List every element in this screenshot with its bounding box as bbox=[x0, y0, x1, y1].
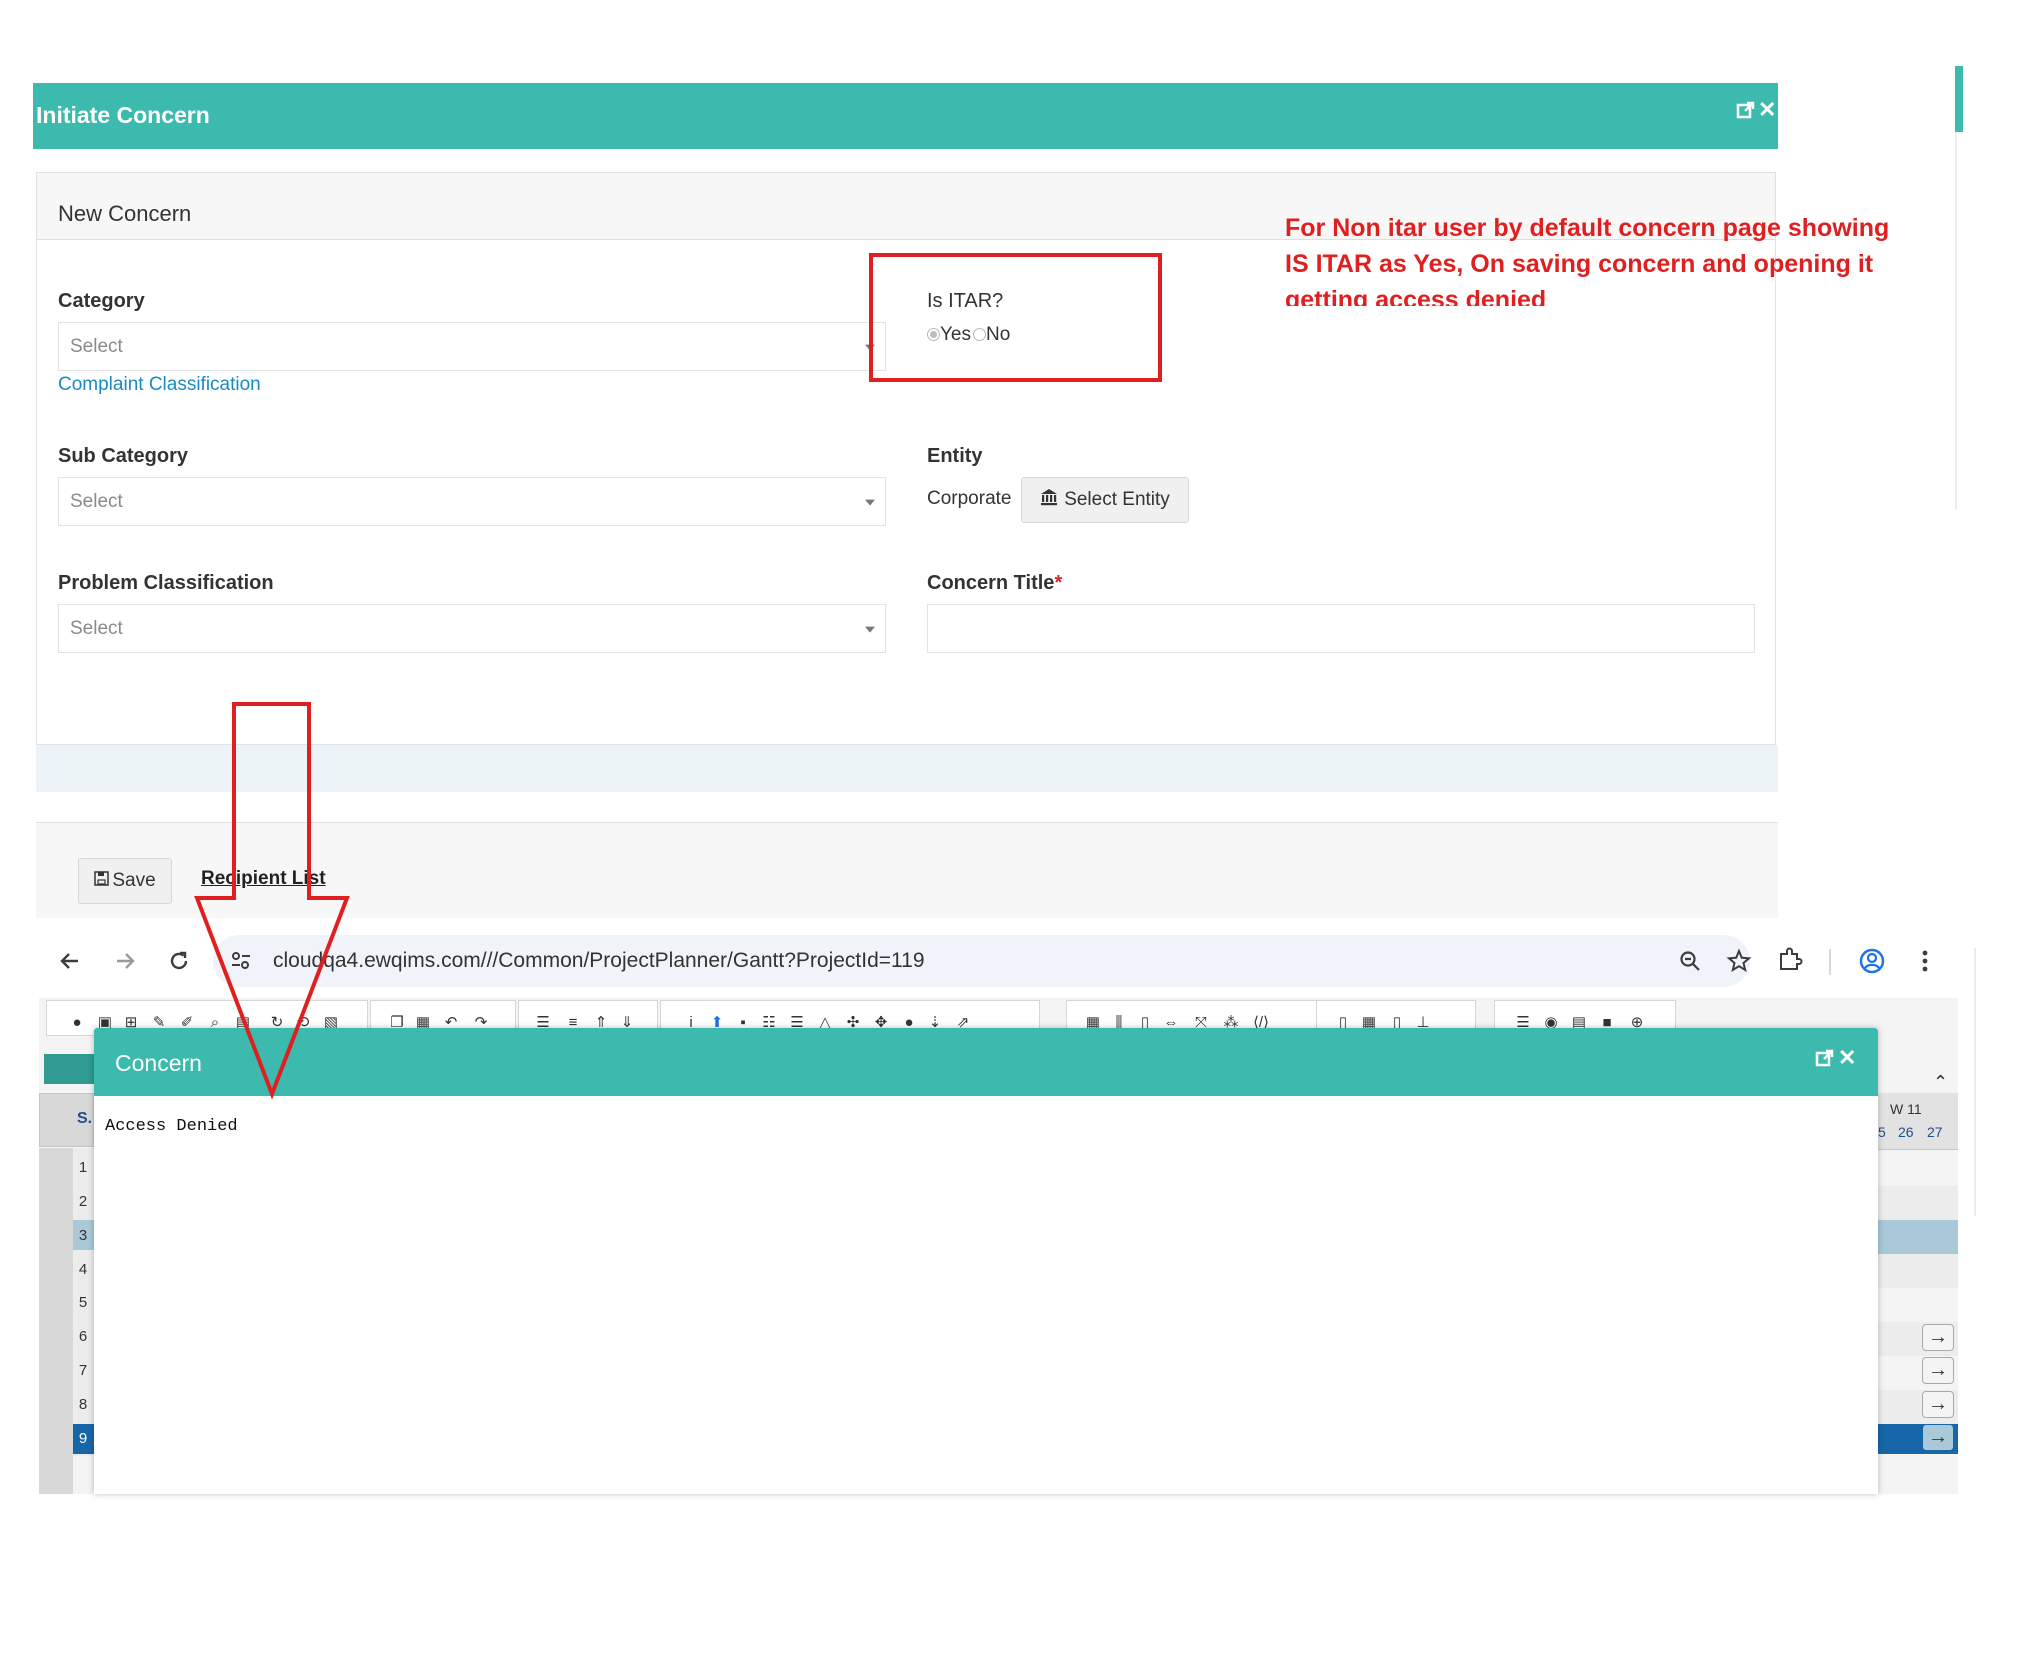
annotation-arrow bbox=[194, 702, 350, 1100]
menu-icon[interactable] bbox=[1921, 949, 1929, 978]
annotation-line: IS ITAR as Yes, On saving concern and op… bbox=[1285, 250, 1874, 278]
row-number[interactable]: 2 bbox=[74, 1193, 92, 1210]
row-number[interactable]: 1 bbox=[74, 1159, 92, 1176]
info-icon[interactable]: ● bbox=[69, 1015, 85, 1031]
sub-category-select[interactable]: Select bbox=[58, 477, 886, 526]
initiate-concern-header: Initiate Concern ✕ bbox=[33, 83, 1778, 149]
annotation-highlight-box bbox=[869, 253, 1162, 382]
problem-classification-label: Problem Classification bbox=[58, 572, 274, 594]
save-button[interactable]: Save bbox=[78, 858, 172, 904]
save-label: Save bbox=[112, 870, 156, 891]
chevron-down-icon bbox=[865, 499, 875, 506]
sub-category-placeholder: Select bbox=[70, 490, 123, 512]
back-arrow-icon[interactable] bbox=[58, 949, 82, 978]
close-icon[interactable]: ✕ bbox=[1758, 97, 1776, 123]
dialog-title: Initiate Concern bbox=[36, 102, 210, 128]
timeline-header: W 11 5 26 27 bbox=[1878, 1093, 1958, 1150]
toolbar-separator bbox=[1829, 949, 1831, 975]
entity-value: Corporate bbox=[927, 488, 1012, 509]
row-number[interactable]: 7 bbox=[74, 1362, 92, 1379]
row-number[interactable]: 4 bbox=[74, 1261, 92, 1278]
day-label: 27 bbox=[1927, 1124, 1943, 1140]
scroll-to-task-arrow-icon[interactable]: → bbox=[1922, 1424, 1954, 1451]
popout-icon[interactable] bbox=[1736, 100, 1756, 126]
zoom-icon[interactable] bbox=[1678, 949, 1702, 978]
institution-icon bbox=[1040, 488, 1058, 512]
annotation-note: For Non itar user by default concern pag… bbox=[1285, 210, 1925, 306]
right-edge-line bbox=[1955, 132, 1957, 510]
chevron-down-icon bbox=[865, 626, 875, 633]
select-entity-label: Select Entity bbox=[1064, 489, 1170, 510]
close-icon[interactable]: ✕ bbox=[1838, 1045, 1856, 1071]
problem-classification-select[interactable]: Select bbox=[58, 604, 886, 653]
concern-dialog: Concern ✕ Access Denied bbox=[94, 1028, 1878, 1494]
sub-category-label: Sub Category bbox=[58, 445, 189, 467]
row-number[interactable]: 9 bbox=[74, 1430, 92, 1447]
entity-label: Entity bbox=[927, 445, 983, 467]
sno-column-header: S. bbox=[77, 1110, 93, 1127]
row-number[interactable]: 3 bbox=[74, 1227, 92, 1244]
gantt-row-header-column bbox=[39, 1148, 73, 1494]
gantt-header-left: S. bbox=[39, 1093, 94, 1147]
row-number[interactable]: 6 bbox=[74, 1328, 92, 1345]
concern-title-label: Concern Title* bbox=[927, 572, 1062, 595]
day-label: 5 bbox=[1878, 1124, 1886, 1140]
timeline-row-band bbox=[1878, 1254, 1958, 1288]
timeline-selected-band bbox=[1878, 1220, 1958, 1254]
required-mark: * bbox=[1054, 572, 1063, 594]
browser-right-edge bbox=[1974, 948, 1976, 1216]
row-number[interactable]: 5 bbox=[74, 1294, 92, 1311]
url-text[interactable]: cloudqa4.ewqims.com///Common/ProjectPlan… bbox=[273, 949, 925, 973]
row-number[interactable]: 8 bbox=[74, 1396, 92, 1413]
category-placeholder: Select bbox=[70, 335, 123, 357]
day-label: 26 bbox=[1898, 1124, 1914, 1140]
floppy-disk-icon bbox=[94, 870, 110, 892]
annotation-line: getting access denied bbox=[1285, 286, 1547, 306]
problem-classification-placeholder: Select bbox=[70, 617, 123, 639]
scroll-to-task-arrow-icon[interactable]: → bbox=[1922, 1391, 1954, 1418]
scroll-to-task-arrow-icon[interactable]: → bbox=[1922, 1357, 1954, 1384]
gantt-tab-strip bbox=[44, 1054, 94, 1084]
select-entity-button[interactable]: Select Entity bbox=[1021, 477, 1189, 523]
concern-dialog-header: Concern ✕ bbox=[94, 1028, 1878, 1096]
category-label: Category bbox=[58, 290, 145, 312]
category-select[interactable]: Select bbox=[58, 322, 886, 371]
scroll-to-task-arrow-icon[interactable]: → bbox=[1922, 1324, 1954, 1351]
collapse-chevron-icon[interactable]: ⌃ bbox=[1933, 1072, 1948, 1093]
profile-icon[interactable] bbox=[1858, 947, 1886, 980]
timeline-row-band bbox=[1878, 1186, 1958, 1220]
concern-title-text: Concern Title bbox=[927, 572, 1055, 594]
concern-dialog-title: Concern bbox=[115, 1050, 202, 1076]
reload-icon[interactable] bbox=[167, 949, 191, 978]
extensions-icon[interactable] bbox=[1777, 947, 1803, 978]
popout-icon[interactable] bbox=[1815, 1048, 1835, 1074]
complaint-classification-link[interactable]: Complaint Classification bbox=[58, 374, 261, 396]
star-icon[interactable] bbox=[1726, 948, 1752, 979]
right-edge-accent bbox=[1955, 66, 1963, 132]
panel-heading: New Concern bbox=[58, 201, 192, 226]
forward-arrow-icon[interactable] bbox=[113, 949, 137, 978]
week-label: W 11 bbox=[1890, 1101, 1922, 1117]
address-bar[interactable]: cloudqa4.ewqims.com///Common/ProjectPlan… bbox=[213, 935, 1752, 987]
annotation-line: For Non itar user by default concern pag… bbox=[1285, 214, 1890, 242]
concern-title-input[interactable] bbox=[927, 604, 1755, 653]
access-denied-message: Access Denied bbox=[105, 1117, 238, 1136]
